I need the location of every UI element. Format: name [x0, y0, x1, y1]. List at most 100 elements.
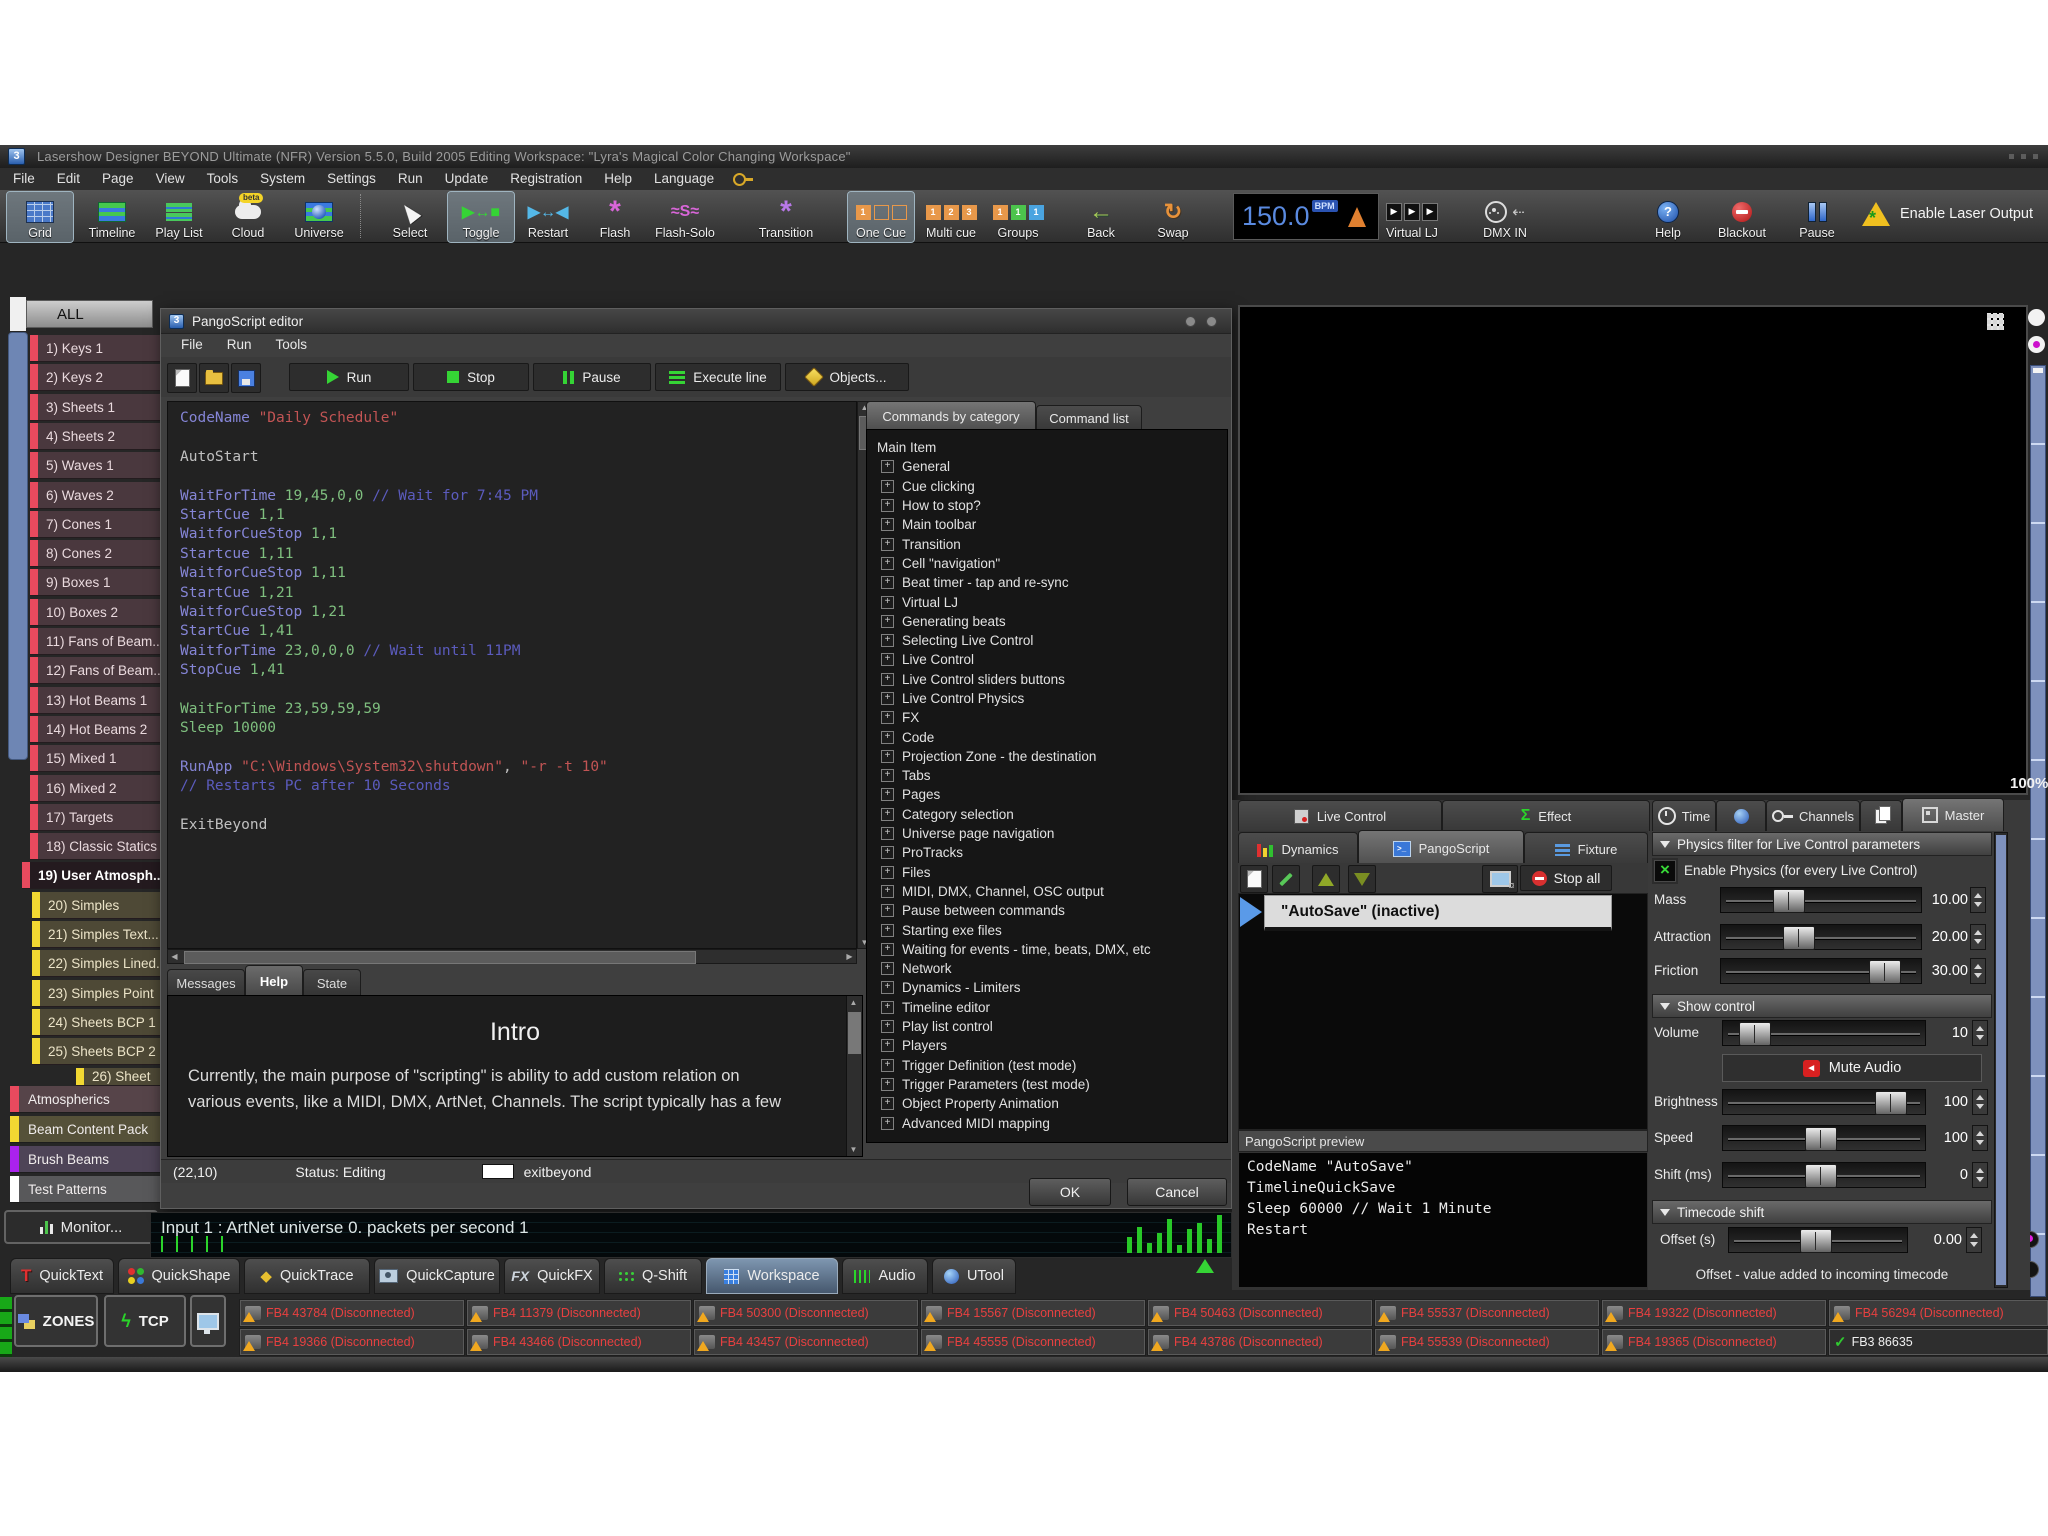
tcp-button[interactable]: ϟTCP — [104, 1295, 186, 1347]
fb4-device-cell[interactable]: FB4 50300 (Disconnected) — [694, 1300, 918, 1326]
tree-item[interactable]: +Dynamics - Limiters — [877, 978, 1227, 997]
tree-item[interactable]: +Main toolbar — [877, 515, 1227, 534]
expand-plus-icon[interactable]: + — [881, 673, 894, 686]
tree-item[interactable]: +Players — [877, 1036, 1227, 1055]
tree-item[interactable]: +Virtual LJ — [877, 592, 1227, 611]
script-code-editor[interactable]: CodeName "Daily Schedule" AutoStart Wait… — [167, 401, 857, 949]
move-up-button[interactable] — [1312, 865, 1340, 893]
slider-spinner[interactable] — [1970, 924, 1986, 950]
edit-script-button[interactable] — [1272, 865, 1300, 893]
tree-item[interactable]: +Live Control — [877, 650, 1227, 669]
sidebar-cue-item[interactable]: 20) Simples — [32, 892, 160, 919]
spin-up-icon[interactable] — [1974, 930, 1982, 935]
flash-solo-button[interactable]: ≈S≈Flash-Solo — [650, 192, 720, 242]
slider-spinner[interactable] — [1972, 1089, 1988, 1115]
physics-section-header[interactable]: Physics filter for Live Control paramete… — [1652, 832, 1992, 856]
fb4-device-cell[interactable]: FB4 55537 (Disconnected) — [1375, 1300, 1599, 1326]
cloud-button[interactable]: betaCloud — [215, 192, 281, 242]
tree-item[interactable]: +MIDI, DMX, Channel, OSC output — [877, 882, 1227, 901]
tree-item[interactable]: +Timeline editor — [877, 998, 1227, 1017]
fb4-device-cell[interactable]: FB4 43786 (Disconnected) — [1148, 1329, 1372, 1355]
sidebar-cue-item[interactable]: 2) Keys 2 — [30, 364, 160, 391]
pause-button[interactable]: Pause — [1786, 192, 1848, 242]
fb4-device-cell[interactable]: FB4 19366 (Disconnected) — [240, 1329, 464, 1355]
expand-plus-icon[interactable]: + — [881, 885, 894, 898]
tree-item[interactable]: +Trigger Definition (test mode) — [877, 1056, 1227, 1075]
sidebar-cue-item[interactable]: 3) Sheets 1 — [30, 394, 160, 421]
blackout-button[interactable]: Blackout — [1706, 192, 1778, 242]
expand-plus-icon[interactable]: + — [881, 615, 894, 628]
tree-item[interactable]: +General — [877, 457, 1227, 476]
open-script-button[interactable] — [199, 363, 229, 393]
help-scrollbar[interactable]: ▲▼ — [846, 996, 862, 1156]
new-script-list-button[interactable] — [1240, 865, 1268, 893]
expand-triangle-icon[interactable] — [1196, 1259, 1214, 1273]
tree-item[interactable]: +Waiting for events - time, beats, DMX, … — [877, 940, 1227, 959]
tree-item[interactable]: +FX — [877, 708, 1227, 727]
editor-menu-file[interactable]: File — [169, 335, 215, 354]
menu-item-language[interactable]: Language — [643, 169, 725, 188]
expand-plus-icon[interactable]: + — [881, 769, 894, 782]
tab-time[interactable]: Time — [1652, 800, 1716, 831]
playlist-button[interactable]: Play List — [146, 192, 212, 242]
tab-dynamics[interactable]: Dynamics — [1238, 832, 1358, 866]
tree-item[interactable]: +Code — [877, 727, 1227, 746]
fb4-device-cell[interactable]: FB4 50463 (Disconnected) — [1148, 1300, 1372, 1326]
show-control-section-header[interactable]: Show control — [1652, 994, 1992, 1018]
editor-window-button[interactable] — [1206, 316, 1217, 327]
sidebar-cue-item[interactable]: 18) Classic Statics — [30, 833, 160, 860]
sidebar-cue-item[interactable]: 5) Waves 1 — [30, 452, 160, 479]
monitor-button[interactable]: Monitor... — [4, 1210, 158, 1244]
shift-ms--slider[interactable] — [1722, 1162, 1926, 1188]
menu-item-help[interactable]: Help — [593, 169, 643, 188]
volume-slider[interactable] — [1722, 1020, 1926, 1046]
one-cue-button[interactable]: 1One Cue — [848, 192, 914, 242]
slider-spinner[interactable] — [1972, 1125, 1988, 1151]
slider-spinner[interactable] — [1970, 958, 1986, 984]
display-button[interactable] — [190, 1295, 226, 1347]
tree-item[interactable]: +Generating beats — [877, 612, 1227, 631]
tab-help[interactable]: Help — [245, 965, 303, 997]
expand-plus-icon[interactable]: + — [881, 692, 894, 705]
expand-plus-icon[interactable]: + — [881, 596, 894, 609]
expand-plus-icon[interactable]: + — [881, 480, 894, 493]
expand-plus-icon[interactable]: + — [881, 518, 894, 531]
spin-up-icon[interactable] — [1976, 1168, 1984, 1173]
menu-item-tools[interactable]: Tools — [196, 169, 250, 188]
grid-button[interactable]: Grid — [7, 192, 73, 242]
tab-pages[interactable] — [1860, 800, 1902, 831]
sidebar-cue-item[interactable]: 23) Simples Point — [32, 980, 160, 1007]
slider-handle[interactable] — [1805, 1127, 1837, 1151]
slider-handle[interactable] — [1869, 960, 1901, 984]
slider-spinner[interactable] — [1972, 1162, 1988, 1188]
tree-item[interactable]: +Projection Zone - the destination — [877, 747, 1227, 766]
expand-plus-icon[interactable]: + — [881, 711, 894, 724]
tab-quickshape[interactable]: QuickShape — [118, 1258, 240, 1294]
menu-item-edit[interactable]: Edit — [46, 169, 91, 188]
tab-commands-by-category[interactable]: Commands by category — [866, 401, 1036, 430]
sidebar-all-header[interactable]: ALL — [26, 300, 153, 328]
zones-button[interactable]: ZONES — [14, 1295, 98, 1347]
spin-down-icon[interactable] — [1974, 902, 1982, 907]
sidebar-cue-item[interactable]: 7) Cones 1 — [30, 511, 160, 538]
enable-laser-output-button[interactable]: * Enable Laser Output — [1862, 202, 2033, 226]
menu-item-file[interactable]: File — [2, 169, 46, 188]
expand-plus-icon[interactable]: + — [881, 1001, 894, 1014]
expand-plus-icon[interactable]: + — [881, 1059, 894, 1072]
multi-cue-button[interactable]: 123Multi cue — [918, 192, 984, 242]
toggle-button[interactable]: ▶↔■Toggle — [448, 192, 514, 242]
fb4-device-cell[interactable]: FB4 55539 (Disconnected) — [1375, 1329, 1599, 1355]
tab-fixture[interactable]: Fixture — [1524, 832, 1648, 866]
tab-workspace[interactable]: Workspace — [706, 1258, 838, 1294]
tree-item[interactable]: +Play list control — [877, 1017, 1227, 1036]
cancel-button[interactable]: Cancel — [1127, 1178, 1227, 1206]
help-button[interactable]: ?Help — [1640, 192, 1696, 242]
attraction-slider[interactable] — [1720, 924, 1922, 950]
fb4-device-cell[interactable]: FB4 15567 (Disconnected) — [921, 1300, 1145, 1326]
tab-quickfx[interactable]: FXQuickFX — [504, 1258, 600, 1294]
license-key-icon[interactable] — [733, 173, 746, 186]
tab-command-list[interactable]: Command list — [1036, 405, 1142, 430]
brightness-slider[interactable] — [1722, 1089, 1926, 1115]
mass-slider[interactable] — [1720, 887, 1922, 913]
window-controls[interactable] — [2009, 154, 2038, 159]
